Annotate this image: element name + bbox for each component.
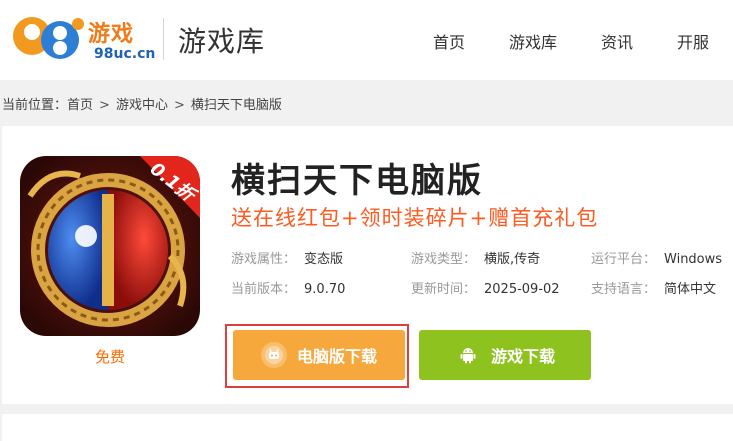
info-value: 2025-09-02	[484, 282, 560, 297]
pc-download-button[interactable]: 电脑版下载	[233, 330, 405, 380]
game-download-button[interactable]: 游戏下载	[419, 330, 591, 380]
main-nav: 首页 游戏库 资讯 开服	[433, 29, 709, 53]
logo-domain: 98uc.cn	[94, 46, 156, 62]
pc-download-label: 电脑版下载	[296, 347, 377, 366]
info-value: 横版,传奇	[484, 252, 541, 267]
nav-item-news[interactable]: 资讯	[601, 29, 633, 53]
info-value: 9.0.70	[304, 282, 346, 297]
logo-98-icon	[13, 17, 84, 59]
info-label: 当前版本：	[231, 282, 297, 297]
site-logo[interactable]: 游戏 98uc.cn	[10, 6, 155, 68]
info-item-type: 游戏类型： 横版,传奇	[411, 248, 540, 267]
info-item-attribute: 游戏属性： 变态版	[231, 248, 343, 267]
game-download-label: 游戏下载	[490, 347, 555, 366]
info-label: 游戏属性：	[231, 252, 297, 267]
site-header: 游戏 98uc.cn 游戏库 首页 游戏库 资讯 开服	[0, 0, 733, 80]
breadcrumb-prefix: 当前位置：	[2, 98, 68, 113]
info-row: 当前版本： 9.0.70 更新时间： 2025-09-02 支持语言： 简体中文	[231, 278, 731, 308]
breadcrumb-link-game-center[interactable]: 游戏中心	[116, 98, 168, 113]
breadcrumb: 当前位置：首页 > 游戏中心 > 横扫天下电脑版	[2, 94, 282, 113]
info-item-version: 当前版本： 9.0.70	[231, 278, 345, 297]
info-label: 更新时间：	[411, 282, 477, 297]
game-detail-card: 0.1折 免费 横扫天下电脑版 送在线红包+领时装碎片+赠首充礼包 游戏属性： 变…	[2, 126, 733, 404]
info-row: 游戏属性： 变态版 游戏类型： 横版,传奇 运行平台： Windows	[231, 248, 731, 278]
nav-item-game-library[interactable]: 游戏库	[509, 29, 557, 53]
info-value: 简体中文	[664, 282, 717, 297]
info-value: 变态版	[304, 252, 344, 267]
info-item-update-time: 更新时间： 2025-09-02	[411, 278, 560, 297]
logo-text: 游戏	[88, 22, 135, 47]
info-item-platform: 运行平台： Windows	[591, 248, 722, 267]
breadcrumb-separator: >	[173, 98, 185, 113]
next-section-strip	[2, 414, 733, 441]
info-item-language: 支持语言： 简体中文	[591, 278, 716, 297]
promo-text: 送在线红包+领时装碎片+赠首充礼包	[231, 206, 599, 230]
breadcrumb-separator: >	[99, 98, 110, 113]
nav-item-home[interactable]: 首页	[433, 29, 465, 53]
info-label: 游戏类型：	[411, 252, 477, 267]
nav-item-servers[interactable]: 开服	[677, 29, 709, 53]
info-label: 支持语言：	[591, 282, 657, 297]
game-title: 横扫天下电脑版	[231, 161, 483, 201]
info-label: 运行平台：	[591, 252, 657, 267]
breadcrumb-current: 横扫天下电脑版	[190, 98, 282, 113]
android-icon	[455, 342, 481, 368]
header-divider	[163, 18, 164, 60]
emulator-icon	[260, 342, 287, 368]
game-icon: 0.1折	[20, 156, 200, 336]
info-value: Windows	[664, 252, 723, 267]
game-info-grid: 游戏属性： 变态版 游戏类型： 横版,传奇 运行平台： Windows 当前版本： 9.…	[231, 248, 731, 308]
breadcrumb-link-home[interactable]: 首页	[67, 98, 93, 113]
price-label: 免费	[94, 348, 125, 366]
site-title: 游戏库	[178, 25, 266, 58]
